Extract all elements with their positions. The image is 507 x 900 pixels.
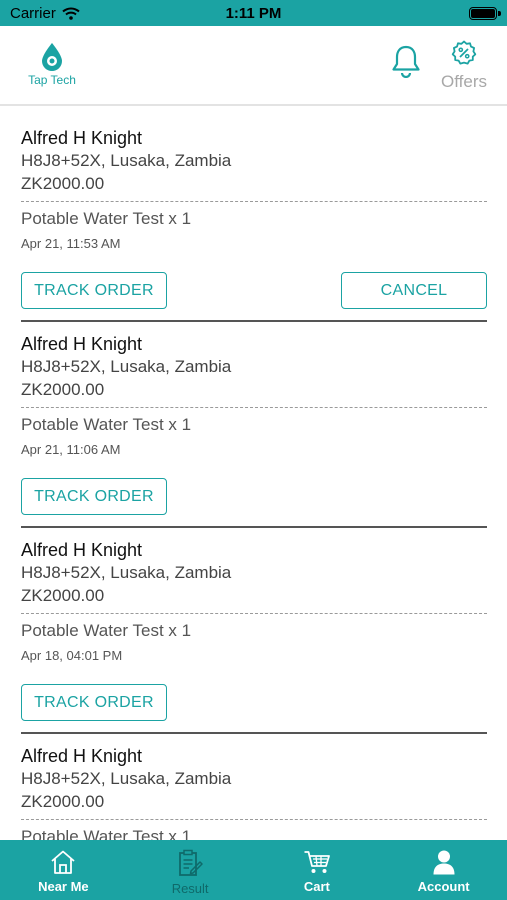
user-icon <box>433 850 455 875</box>
discount-badge-icon <box>451 40 477 65</box>
track-order-button[interactable]: TRACK ORDER <box>21 478 167 515</box>
water-drop-logo-icon <box>42 43 62 71</box>
dashed-divider <box>21 819 487 820</box>
order-item: Potable Water Test x 1 <box>21 209 192 228</box>
tab-label: Account <box>417 879 470 894</box>
clipboard-icon <box>179 849 203 876</box>
tab-cart[interactable]: Cart <box>254 840 381 900</box>
lab-address: H8J8+52X, Lusaka, Zambia <box>21 563 232 582</box>
track-order-button[interactable]: TRACK ORDER <box>21 272 167 309</box>
dashed-divider <box>21 613 487 614</box>
tab-result[interactable]: Result <box>127 840 254 900</box>
lab-name: Alfred H Knight <box>21 128 143 148</box>
tab-account[interactable]: Account <box>380 840 507 900</box>
order-price: ZK2000.00 <box>21 792 105 811</box>
app-logo[interactable]: Tap Tech <box>22 42 82 87</box>
lab-name: Alfred H Knight <box>21 334 143 354</box>
tab-label: Result <box>171 881 209 896</box>
cancel-order-button[interactable]: CANCEL <box>341 272 487 309</box>
order-date: Apr 18, 04:01 PM <box>21 648 123 663</box>
battery-icon <box>469 7 501 20</box>
lab-address: H8J8+52X, Lusaka, Zambia <box>21 769 232 788</box>
status-bar: Carrier 1:11 PM <box>0 0 507 26</box>
order-item: Potable Water Test x 1 <box>21 621 192 640</box>
logo-text: Tap Tech <box>28 73 76 87</box>
dashed-divider <box>21 201 487 202</box>
notification-bell-icon[interactable] <box>390 44 422 83</box>
home-icon <box>51 850 75 874</box>
offers-label: Offers <box>441 72 487 91</box>
tab-label: Cart <box>303 879 330 894</box>
order-price: ZK2000.00 <box>21 380 105 399</box>
orders-list[interactable]: Alfred H Knight H8J8+52X, Lusaka, Zambia… <box>0 108 507 840</box>
dashed-divider <box>21 407 487 408</box>
order-date: Apr 21, 11:06 AM <box>21 442 121 457</box>
order-separator <box>21 732 487 734</box>
order-item: Potable Water Test x 1 <box>21 827 192 840</box>
offers-button[interactable]: Offers <box>436 40 492 92</box>
order-separator <box>21 526 487 528</box>
lab-address: H8J8+52X, Lusaka, Zambia <box>21 151 232 170</box>
lab-address: H8J8+52X, Lusaka, Zambia <box>21 357 232 376</box>
track-order-button[interactable]: TRACK ORDER <box>21 684 167 721</box>
lab-name: Alfred H Knight <box>21 540 143 560</box>
cart-icon <box>304 851 330 873</box>
order-price: ZK2000.00 <box>21 586 105 605</box>
order-price: ZK2000.00 <box>21 174 105 193</box>
tab-label: Near Me <box>38 879 89 894</box>
order-item: Potable Water Test x 1 <box>21 415 192 434</box>
bottom-tab-bar: Near Me Result Cart Account <box>0 840 507 900</box>
order-date: Apr 21, 11:53 AM <box>21 236 121 251</box>
app-header: Tap Tech Offers <box>0 26 507 106</box>
order-separator <box>21 320 487 322</box>
lab-name: Alfred H Knight <box>21 746 143 766</box>
tab-near-me[interactable]: Near Me <box>0 840 127 900</box>
status-time: 1:11 PM <box>225 5 282 22</box>
